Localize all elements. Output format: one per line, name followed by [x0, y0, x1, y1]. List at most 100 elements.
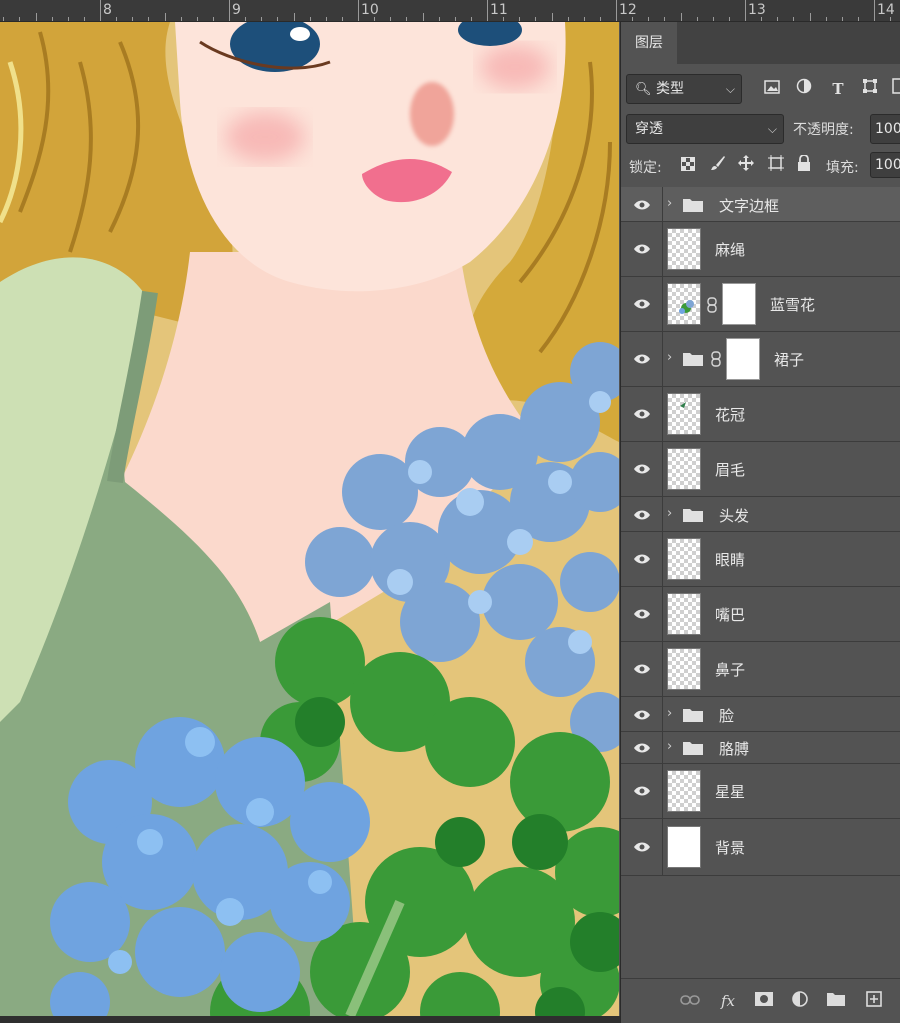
divider — [662, 732, 663, 763]
lock-artboard-icon[interactable] — [765, 155, 787, 177]
shape-filter-icon[interactable] — [859, 78, 881, 100]
ruler-minor-tick — [390, 17, 391, 21]
visibility-eye-icon[interactable] — [633, 608, 651, 620]
layer-row[interactable]: 嘴巴 — [621, 587, 900, 642]
horizontal-ruler[interactable]: 8 9 10 11 12 13 14 — [0, 0, 900, 22]
lock-paint-icon[interactable] — [707, 155, 729, 177]
layer-row[interactable]: › 裙子 — [621, 332, 900, 387]
visibility-eye-icon[interactable] — [633, 785, 651, 797]
ruler-label: 8 — [103, 2, 112, 18]
visibility-eye-icon[interactable] — [633, 243, 651, 255]
chevron-right-icon[interactable]: › — [667, 706, 672, 721]
ruler-minor-tick — [810, 13, 811, 21]
layer-thumbnail[interactable] — [667, 538, 701, 580]
layer-thumbnail[interactable] — [667, 228, 701, 270]
chevron-right-icon[interactable]: › — [667, 350, 672, 365]
layer-thumbnail[interactable] — [667, 593, 701, 635]
fill-input[interactable]: 100 — [870, 152, 900, 178]
visibility-eye-icon[interactable] — [633, 298, 651, 310]
layer-name: 背景 — [715, 839, 746, 857]
layer-thumbnail[interactable] — [667, 770, 701, 812]
new-group-icon[interactable] — [825, 991, 847, 1011]
ruler-major-tick — [616, 0, 617, 21]
layer-name: 头发 — [719, 507, 750, 525]
ruler-minor-tick — [148, 17, 149, 21]
new-layer-icon[interactable] — [863, 991, 885, 1011]
layer-row[interactable]: › 脸 — [621, 697, 900, 732]
lock-pixels-icon[interactable] — [677, 155, 699, 177]
layer-thumbnail[interactable] — [667, 648, 701, 690]
layer-row[interactable]: 背景 — [621, 819, 900, 876]
add-mask-icon[interactable] — [753, 991, 775, 1011]
visibility-eye-icon[interactable] — [633, 463, 651, 475]
visibility-eye-icon[interactable] — [633, 408, 651, 420]
layer-row[interactable]: › 头发 — [621, 497, 900, 532]
link-chain-icon[interactable] — [711, 351, 721, 367]
ruler-minor-tick — [600, 17, 601, 21]
panel-tab-bar: 图层 — [621, 22, 900, 64]
chevron-right-icon[interactable]: › — [667, 506, 672, 521]
link-chain-icon[interactable] — [707, 297, 717, 313]
opacity-input[interactable]: 100 — [870, 114, 900, 144]
layer-name: 鼻子 — [715, 661, 746, 679]
image-filter-icon[interactable] — [761, 78, 783, 100]
layer-name: 胳膊 — [719, 740, 750, 758]
layer-row[interactable]: 眉毛 — [621, 442, 900, 497]
layer-row[interactable]: 鼻子 — [621, 642, 900, 697]
lock-row: 锁定: 填充: 100 — [621, 152, 900, 180]
horizontal-scrollbar[interactable] — [0, 1016, 620, 1023]
layer-row[interactable]: 星星 — [621, 764, 900, 819]
filter-kind-select[interactable]: 🔍︎ 类型 ⌵ — [626, 74, 742, 104]
ruler-minor-tick — [890, 17, 891, 21]
layer-name: 脸 — [719, 707, 735, 725]
ruler-minor-tick — [697, 17, 698, 21]
layer-row[interactable]: › 胳膊 — [621, 732, 900, 764]
divider — [662, 819, 663, 875]
smart-object-filter-icon[interactable] — [887, 78, 900, 100]
layer-row[interactable]: 花冠 — [621, 387, 900, 442]
document-canvas[interactable] — [0, 22, 619, 1016]
layer-mask-thumbnail[interactable] — [726, 338, 760, 380]
ruler-major-tick — [874, 0, 875, 21]
visibility-eye-icon[interactable] — [633, 841, 651, 853]
layer-thumbnail[interactable] — [667, 393, 701, 435]
divider — [662, 532, 663, 586]
ruler-minor-tick — [503, 17, 504, 21]
visibility-eye-icon[interactable] — [633, 553, 651, 565]
ruler-minor-tick — [584, 17, 585, 21]
ruler-minor-tick — [761, 17, 762, 21]
ruler-minor-tick — [197, 17, 198, 21]
visibility-eye-icon[interactable] — [633, 709, 651, 721]
layer-name: 蓝雪花 — [770, 296, 816, 314]
tab-layers[interactable]: 图层 — [621, 22, 677, 64]
layer-mask-thumbnail[interactable] — [722, 283, 756, 325]
fx-icon[interactable]: fx — [717, 991, 739, 1011]
visibility-eye-icon[interactable] — [633, 199, 651, 211]
type-filter-icon[interactable]: T — [827, 78, 849, 100]
chevron-right-icon[interactable]: › — [667, 196, 672, 211]
fill-label: 填充: — [826, 160, 859, 176]
layer-thumbnail[interactable] — [667, 448, 701, 490]
layer-row[interactable]: 麻绳 — [621, 222, 900, 277]
visibility-eye-icon[interactable] — [633, 509, 651, 521]
lock-move-icon[interactable] — [735, 155, 757, 177]
visibility-eye-icon[interactable] — [633, 742, 651, 754]
lock-all-icon[interactable] — [793, 154, 815, 177]
layer-row[interactable]: 眼睛 — [621, 532, 900, 587]
layer-thumbnail[interactable] — [667, 826, 701, 868]
layer-name: 裙子 — [774, 351, 805, 369]
filter-kind-value: 类型 — [655, 81, 684, 97]
link-layers-icon[interactable] — [679, 991, 701, 1011]
ruler-minor-tick — [3, 17, 4, 21]
ruler-minor-tick — [132, 17, 133, 21]
layer-row[interactable]: 蓝雪花 — [621, 277, 900, 332]
layer-row[interactable]: › 文字边框 — [621, 187, 900, 222]
layer-thumbnail[interactable] — [667, 283, 701, 325]
adjustment-layer-icon[interactable] — [789, 991, 811, 1011]
adjustment-filter-icon[interactable] — [793, 78, 815, 100]
chevron-right-icon[interactable]: › — [667, 739, 672, 754]
visibility-eye-icon[interactable] — [633, 663, 651, 675]
layer-name: 花冠 — [715, 406, 746, 424]
blend-mode-select[interactable]: 穿透 ⌵ — [626, 114, 784, 144]
visibility-eye-icon[interactable] — [633, 353, 651, 365]
